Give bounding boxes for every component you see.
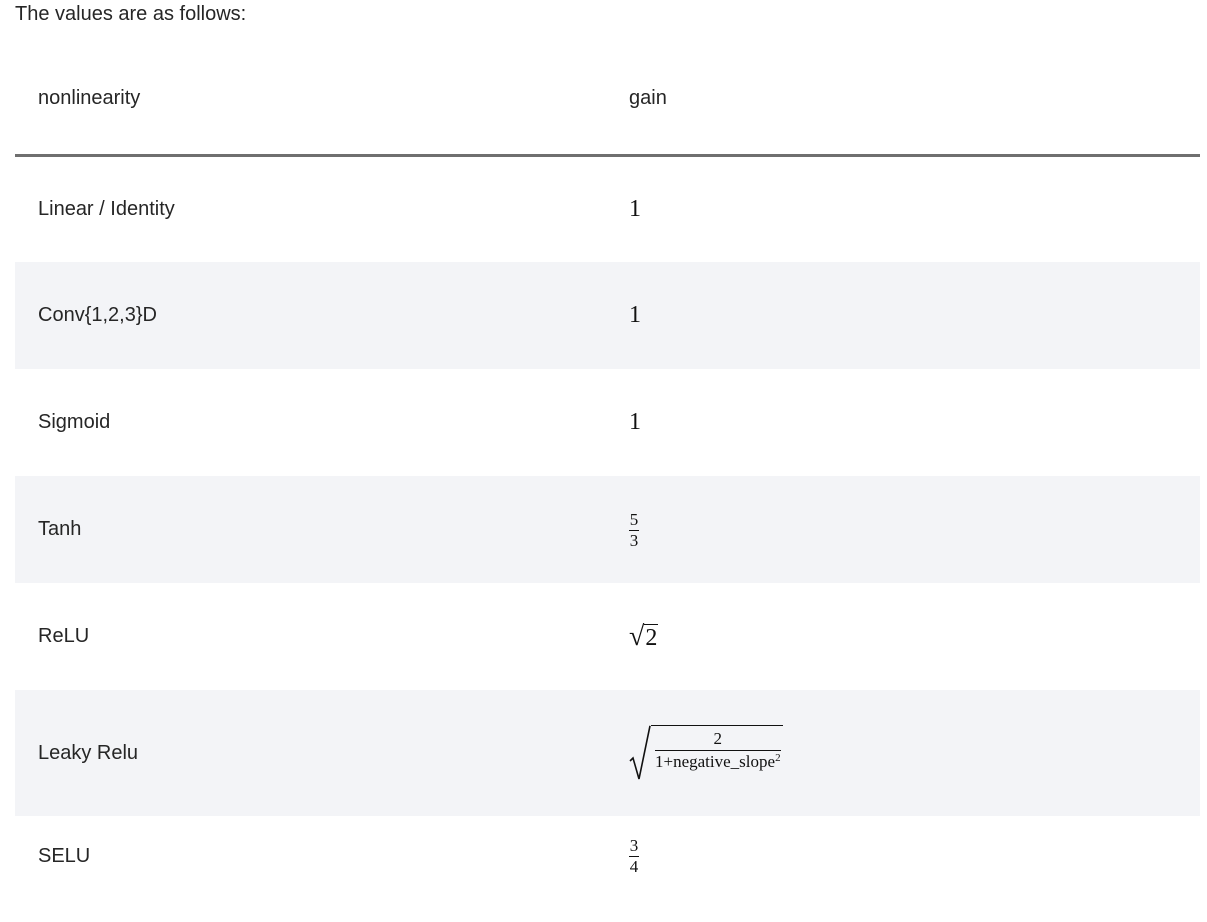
nonlinearity-cell: Linear / Identity — [38, 197, 175, 220]
radical-sign — [629, 725, 651, 780]
fraction-numerator: 2 — [713, 729, 723, 748]
gain-value: 1 — [629, 409, 641, 435]
gain-square-root: 2 1+negative_slope2 — [629, 725, 783, 781]
gain-cell: 1 — [607, 155, 1200, 262]
nonlinearity-cell: Conv{1,2,3}D — [15, 262, 607, 369]
fraction-denominator: 4 — [629, 857, 639, 876]
table-row: Sigmoid 1 — [15, 369, 1200, 476]
gain-cell: 2 1+negative_slope2 — [607, 690, 1200, 816]
nonlinearity-cell: Leaky Relu — [15, 690, 607, 816]
table-row: Tanh 5 3 — [15, 476, 1200, 583]
table-row: SELU 3 4 — [15, 816, 1200, 896]
table-row: Leaky Relu 2 1+negative_slope2 — [15, 690, 1200, 816]
gain-square-root: √ 2 — [629, 620, 659, 652]
fraction-numerator: 5 — [629, 509, 639, 529]
gain-cell: 1 — [607, 262, 1200, 369]
column-header-nonlinearity: nonlinearity — [15, 43, 607, 157]
gain-table: nonlinearity gain Linear / Identity 1 Co… — [15, 43, 1200, 896]
fraction-numerator: 3 — [629, 836, 639, 855]
fraction-bar — [655, 750, 781, 751]
gain-cell: 5 3 — [607, 476, 1200, 583]
nonlinearity-cell: Tanh — [15, 476, 607, 583]
gain-value: 1 — [629, 195, 641, 222]
gain-cell: √ 2 — [607, 583, 1200, 690]
table-row: ReLU √ 2 — [15, 583, 1200, 690]
radicand-fraction: 2 1+negative_slope2 — [651, 725, 783, 781]
gain-fraction: 5 3 — [629, 511, 639, 549]
gain-cell: 3 4 — [607, 816, 1200, 896]
gain-fraction: 3 4 — [629, 837, 639, 875]
fraction-denominator: 3 — [629, 530, 639, 550]
radical-sign: √ — [629, 620, 645, 652]
nonlinearity-cell: Sigmoid — [38, 411, 111, 433]
nonlinearity-cell: ReLU — [38, 625, 90, 647]
nonlinearity-cell: SELU — [38, 844, 91, 867]
denominator-exponent: 2 — [775, 752, 781, 764]
table-row: Conv{1,2,3}D 1 — [15, 262, 1200, 369]
intro-text: The values are as follows: — [15, 3, 247, 25]
fraction-denominator: 1+negative_slope2 — [655, 753, 781, 771]
radicand: 2 — [644, 623, 659, 651]
table-header-row: nonlinearity gain — [15, 43, 1200, 157]
denominator-base: 1+negative_slope — [655, 752, 776, 771]
gain-cell: 1 — [607, 369, 1200, 476]
column-header-gain: gain — [607, 43, 1200, 157]
table-row: Linear / Identity 1 — [15, 155, 1200, 262]
gain-value: 1 — [629, 302, 641, 328]
